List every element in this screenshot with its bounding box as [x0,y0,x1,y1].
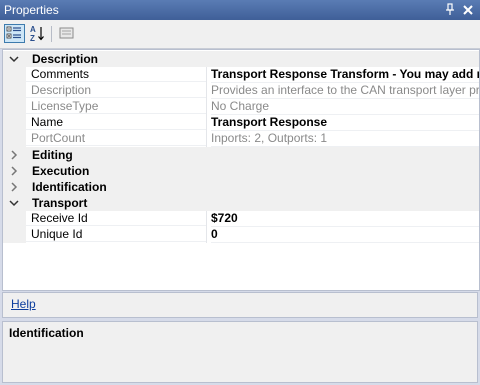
property-pages-icon [59,27,74,39]
row-gutter [3,99,26,115]
property-row-description[interactable]: Description Provides an interface to the… [3,83,479,99]
help-pane: Help [2,292,478,318]
category-description[interactable]: Description [3,51,479,67]
property-grid: Description Comments Transport Response … [2,49,480,291]
category-editing[interactable]: Editing [3,147,479,163]
toolbar-separator [51,26,52,42]
expand-chevron-icon[interactable] [9,180,21,194]
category-label: Transport [32,196,88,210]
property-name: PortCount [26,131,206,146]
column-divider [206,227,207,243]
row-gutter [3,115,26,131]
collapse-chevron-icon[interactable] [9,52,21,66]
row-gutter [3,211,26,227]
expand-chevron-icon[interactable] [9,164,21,178]
window-title: Properties [4,3,59,17]
property-pages-button[interactable] [57,24,78,43]
row-gutter [3,227,26,243]
expand-chevron-icon[interactable] [9,148,21,162]
svg-text:Z: Z [30,34,35,43]
property-row-comments[interactable]: Comments Transport Response Transform - … [3,67,479,83]
help-link[interactable]: Help [11,297,36,311]
property-row-name[interactable]: Name Transport Response [3,115,479,131]
property-value[interactable]: Transport Response Transform - You may a… [211,67,479,83]
pin-icon[interactable] [443,2,457,17]
property-value[interactable]: Inports: 2, Outports: 1 [211,131,479,147]
column-divider [206,83,207,99]
property-name: Comments [26,67,206,82]
property-value[interactable]: No Charge [211,99,479,115]
property-name: Name [26,115,206,130]
title-bar: Properties [0,0,480,20]
category-transport[interactable]: Transport [3,195,479,211]
row-gutter [3,131,26,147]
property-row-licensetype[interactable]: LicenseType No Charge [3,99,479,115]
column-divider [206,211,207,227]
alphabetical-button[interactable]: A Z [27,24,48,43]
property-name: Receive Id [26,211,206,226]
property-value[interactable]: Transport Response [211,115,479,131]
description-title: Identification [9,326,84,340]
property-row-unique-id[interactable]: Unique Id 0 [3,227,479,243]
property-name: Description [26,83,206,98]
property-value[interactable]: Provides an interface to the CAN transpo… [211,83,479,99]
row-gutter [3,83,26,99]
category-label: Identification [32,180,107,194]
property-value[interactable]: 0 [211,227,479,243]
categorized-view-icon [6,26,21,39]
properties-window: Properties A Z Description Comments Tran… [0,0,480,385]
close-icon[interactable] [461,2,475,17]
svg-text:A: A [30,25,36,34]
property-name: Unique Id [26,227,206,242]
alphabetical-sort-icon: A Z [30,25,44,43]
category-identification[interactable]: Identification [3,179,479,195]
description-pane: Identification [2,321,478,383]
column-divider [206,115,207,131]
property-value[interactable]: $720 [211,211,479,227]
property-name: LicenseType [26,99,206,114]
property-row-receive-id[interactable]: Receive Id $720 [3,211,479,227]
row-gutter [3,67,26,83]
category-label: Description [32,52,99,66]
category-label: Execution [32,164,90,178]
column-divider [206,67,207,83]
property-row-portcount[interactable]: PortCount Inports: 2, Outports: 1 [3,131,479,147]
collapse-chevron-icon[interactable] [9,196,21,210]
category-execution[interactable]: Execution [3,163,479,179]
column-divider [206,131,207,147]
column-divider [206,99,207,115]
toolbar: A Z [0,20,480,49]
category-label: Editing [32,148,73,162]
categorized-button[interactable] [4,24,25,43]
